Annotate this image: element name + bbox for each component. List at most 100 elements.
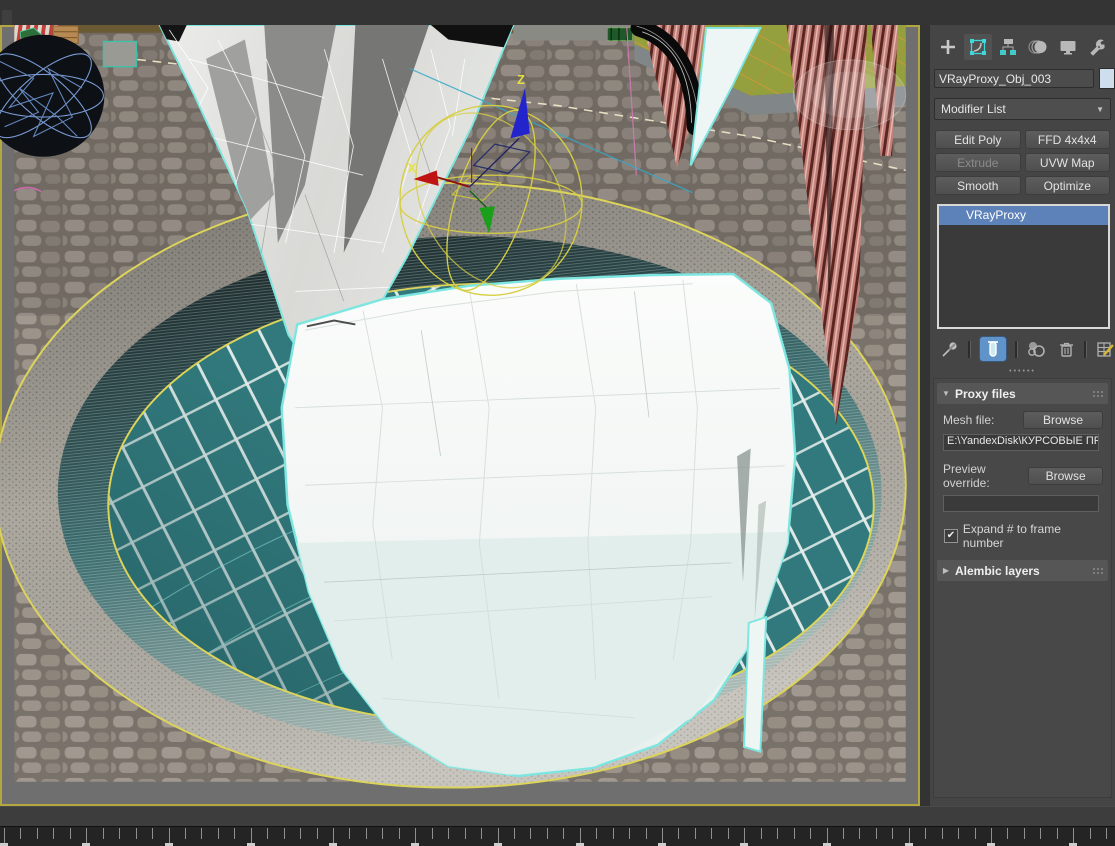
configure-modifier-sets-button[interactable] [1095, 339, 1115, 359]
modifier-stack[interactable]: VRayProxy [937, 204, 1110, 329]
toolbar-separator [1084, 340, 1087, 358]
viewport-panel-divider[interactable] [920, 25, 930, 806]
trackbar-tick [382, 828, 384, 839]
trackbar-tick [793, 828, 795, 839]
object-name-field[interactable] [934, 69, 1094, 88]
tab-hierarchy[interactable] [994, 34, 1022, 60]
trackbar-tick [69, 828, 71, 839]
trackbar-tick [349, 828, 351, 839]
modifier-list-label: Modifier List [941, 102, 1006, 116]
trackbar-tick [941, 828, 943, 839]
trackbar-tick [448, 828, 450, 839]
trackbar-tick [201, 828, 203, 839]
rollout-scroll-handle[interactable]: •••••• [930, 368, 1115, 375]
viewport-3d[interactable]: X Z [0, 25, 920, 806]
trackbar-tick [283, 828, 285, 839]
trackbar-tick [579, 828, 581, 843]
rollout-title: Alembic layers [955, 563, 1040, 578]
trackbar-tick [974, 828, 976, 839]
trackbar-tick [20, 828, 22, 839]
rollout-expanded-icon: ▼ [942, 389, 950, 398]
make-unique-icon [1028, 342, 1045, 357]
viewport-3d-scene[interactable]: X Z [0, 25, 920, 806]
tab-motion[interactable] [1024, 34, 1052, 60]
rollout-grip-icon [1092, 564, 1103, 578]
trackbar-tick [777, 828, 779, 839]
time-slider-bar[interactable] [0, 806, 1115, 827]
trackbar-tick [1023, 828, 1025, 839]
trackbar-tick [316, 828, 318, 839]
trackbar-tick [267, 828, 269, 839]
trackbar-tick [497, 828, 499, 843]
command-panel: Modifier List ▼ Edit Poly FFD 4x4x4 Extr… [930, 25, 1115, 806]
make-unique-button[interactable] [1026, 339, 1048, 359]
optimize-button[interactable]: Optimize [1024, 176, 1110, 195]
trackbar-tick [694, 828, 696, 839]
rollout-region: ▼ Proxy files Mesh file: Browse E:\Yande… [933, 378, 1112, 798]
rollout-alembic-layers[interactable]: ▶ Alembic layers [937, 560, 1108, 581]
trackbar-tick [612, 828, 614, 839]
trackbar-tick [415, 828, 417, 843]
chevron-down-icon: ▼ [1096, 104, 1104, 114]
smooth-button[interactable]: Smooth [935, 176, 1021, 195]
object-color-swatch[interactable] [1099, 68, 1115, 89]
tab-display[interactable] [1054, 34, 1082, 60]
show-end-result-button[interactable] [979, 336, 1007, 362]
modify-icon [970, 39, 986, 55]
command-panel-tabs [934, 34, 1113, 61]
trackbar-tick [1056, 828, 1058, 839]
edit-poly-button[interactable]: Edit Poly [935, 130, 1021, 149]
expand-frame-number-checkbox[interactable]: ✔ [944, 529, 958, 543]
extrude-button: Extrude [935, 153, 1021, 172]
trackbar-tick [958, 828, 960, 839]
trackbar-tick [217, 828, 219, 839]
pin-stack-icon [942, 342, 957, 357]
tab-create[interactable] [934, 34, 962, 60]
trackbar-tick [464, 828, 466, 839]
ffd-4x4x4-button[interactable]: FFD 4x4x4 [1024, 130, 1110, 149]
trackbar-tick [365, 828, 367, 839]
main-toolbar [0, 0, 1115, 26]
trackbar-tick [86, 828, 88, 843]
teal-outlined-box [102, 40, 138, 68]
trackbar-tick [1106, 828, 1108, 839]
trackbar-tick [102, 828, 104, 839]
track-bar[interactable] [0, 826, 1115, 846]
trackbar-tick [152, 828, 154, 839]
trackbar-tick [481, 828, 483, 839]
modifier-buttons: Edit Poly FFD 4x4x4 Extrude UVW Map Smoo… [935, 130, 1110, 195]
trackbar-tick [250, 828, 252, 843]
mesh-file-label: Mesh file: [943, 413, 995, 427]
toolbar-tab-stub [2, 10, 12, 25]
trackbar-tick [629, 828, 631, 839]
show-end-result-icon [988, 341, 998, 357]
pin-stack-button[interactable] [940, 339, 960, 359]
mesh-file-path-field[interactable]: E:\YandexDisk\КУРСОВЫЕ ПРОЕКТЫ [943, 434, 1099, 451]
rollout-proxy-files[interactable]: ▼ Proxy files [937, 383, 1108, 404]
gizmo-z-label: Z [517, 73, 525, 87]
preview-override-field[interactable] [943, 495, 1099, 512]
trackbar-tick [431, 828, 433, 839]
tab-modify[interactable] [964, 34, 992, 60]
trackbar-tick [563, 828, 565, 839]
trackbar-tick [1073, 828, 1075, 843]
tab-utilities[interactable] [1084, 34, 1112, 60]
plus-icon [941, 40, 955, 54]
modifier-list-dropdown[interactable]: Modifier List ▼ [934, 98, 1111, 120]
trackbar-tick [859, 828, 861, 839]
stack-toolbar [940, 335, 1115, 363]
trackbar-tick [826, 828, 828, 843]
uvw-map-button[interactable]: UVW Map [1024, 153, 1110, 172]
stack-item-vrayproxy[interactable]: VRayProxy [939, 206, 1108, 225]
mesh-file-browse-button[interactable]: Browse [1023, 411, 1103, 429]
trash-icon [1060, 342, 1073, 357]
trackbar-tick [744, 828, 746, 843]
trackbar-tick [300, 828, 302, 839]
trackbar-tick [711, 828, 713, 839]
preview-override-browse-button[interactable]: Browse [1028, 467, 1103, 485]
trackbar-tick [4, 828, 5, 843]
trackbar-tick [596, 828, 598, 839]
display-icon [1060, 41, 1076, 55]
remove-modifier-button[interactable] [1056, 339, 1076, 359]
expand-frame-number-row: ✔ Expand # to frame number [944, 522, 1103, 550]
